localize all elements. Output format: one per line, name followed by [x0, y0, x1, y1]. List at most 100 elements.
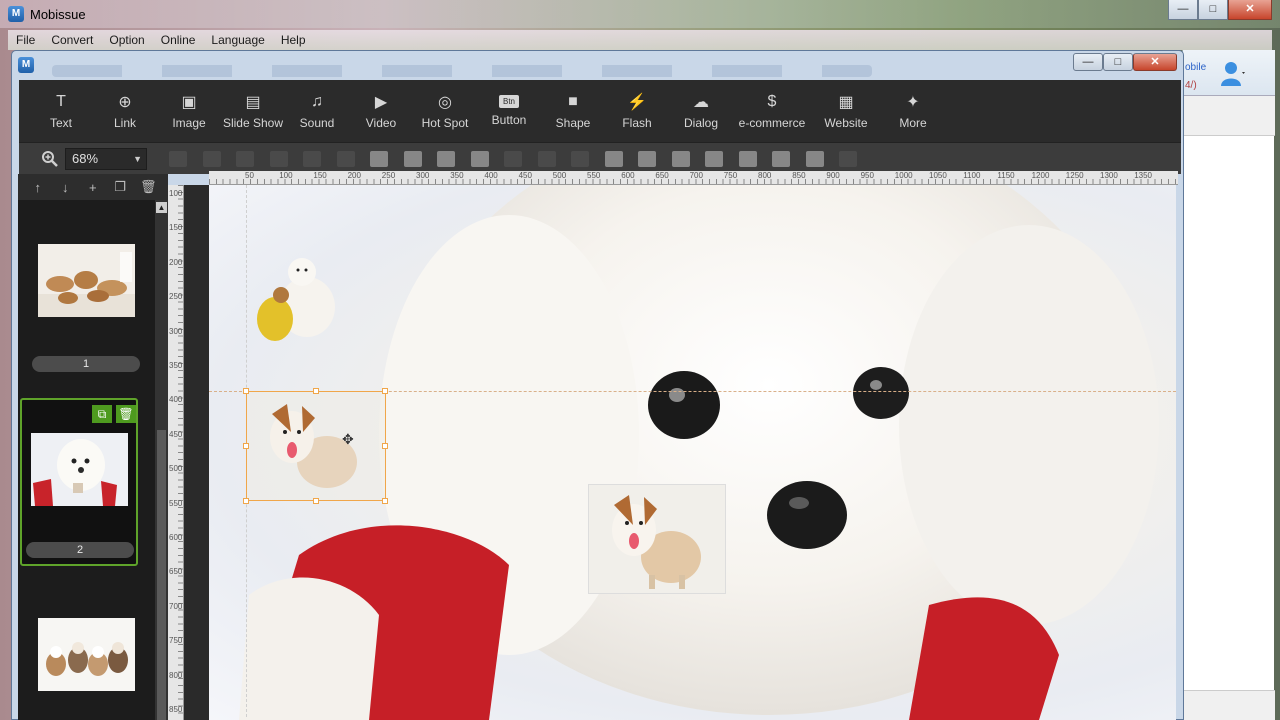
menu-convert[interactable]: Convert [43, 33, 101, 47]
tool-sound[interactable]: ♫ Sound [285, 80, 349, 142]
flip-v-icon[interactable] [671, 151, 690, 167]
ruler-label: 400 [484, 171, 498, 180]
tool-hot-spot[interactable]: ◎ Hot Spot [413, 80, 477, 142]
resize-handle[interactable] [243, 443, 249, 449]
menu-file[interactable]: File [8, 33, 43, 47]
menu-help[interactable]: Help [273, 33, 314, 47]
resize-handle[interactable] [243, 388, 249, 394]
image-element-puppy[interactable] [588, 484, 726, 594]
zoom-icon[interactable] [41, 150, 59, 168]
distribute-v-icon[interactable] [537, 151, 556, 167]
page-thumbnail-2[interactable]: ⧉ 🗑 2 [20, 398, 138, 566]
menu-online[interactable]: Online [153, 33, 204, 47]
bring-forward-icon[interactable] [403, 151, 422, 167]
user-avatar-icon[interactable] [1221, 60, 1245, 88]
move-up-icon[interactable]: ↑ [30, 180, 46, 195]
video-icon: ▶ [374, 93, 388, 111]
tool-flash[interactable]: ⚡ Flash [605, 80, 669, 142]
minimize-button[interactable]: — [1168, 0, 1198, 20]
ruler-label: 1150 [997, 171, 1015, 180]
tool-website[interactable]: ▦ Website [811, 80, 881, 142]
ruler-label: 200 [169, 257, 183, 267]
resize-handle[interactable] [382, 498, 388, 504]
resize-handle[interactable] [382, 443, 388, 449]
add-page-icon[interactable]: + [85, 180, 101, 195]
delete-page-icon[interactable]: 🗑 [140, 179, 157, 195]
image-element-maltese-teddy[interactable] [247, 247, 357, 347]
ruler-label: 550 [587, 171, 601, 180]
flip-h-icon[interactable] [638, 151, 656, 167]
page-number: 1 [32, 356, 140, 372]
tool-text[interactable]: T Text [29, 80, 93, 142]
send-back-icon[interactable] [470, 151, 489, 167]
ruler-label: 550 [169, 498, 183, 508]
paste-icon[interactable] [738, 151, 757, 167]
scroll-thumb[interactable] [157, 430, 166, 720]
alignment-tools [169, 151, 873, 167]
tool-link[interactable]: ⊕ Link [93, 80, 157, 142]
align-center-icon[interactable] [202, 151, 221, 167]
resize-handle[interactable] [382, 388, 388, 394]
page-thumbnail-image [38, 244, 135, 317]
scroll-up-icon[interactable]: ▲ [156, 202, 167, 213]
zoom-select[interactable]: 68% ▼ [65, 148, 147, 170]
ruler-label: 850 [169, 705, 183, 714]
ruler-label: 750 [169, 636, 183, 646]
align-top-icon[interactable] [269, 151, 288, 167]
ruler-label: 350 [169, 361, 183, 370]
editor-close-button[interactable]: ✕ [1133, 53, 1177, 71]
tool-label: Slide Show [222, 115, 284, 130]
ruler-label: 450 [518, 171, 532, 180]
resize-handle[interactable] [313, 388, 319, 394]
same-size-icon[interactable] [571, 151, 589, 167]
send-backward-icon[interactable] [437, 151, 455, 167]
align-right-icon[interactable] [236, 151, 254, 167]
editor-window-controls: — □ ✕ [1073, 53, 1177, 71]
copy-page-icon[interactable]: ⧉ [92, 405, 112, 423]
resize-handle[interactable] [313, 498, 319, 504]
selected-image-element[interactable] [243, 388, 388, 504]
close-button[interactable]: ✕ [1228, 0, 1272, 20]
ruler-label: 700 [689, 171, 703, 180]
align-left-icon[interactable] [169, 151, 187, 167]
distribute-h-icon[interactable] [504, 151, 522, 167]
background-app-header: obile 4/) [1183, 50, 1275, 96]
window-titlebar: M Mobissue — □ ✕ [0, 0, 1280, 28]
menu-language[interactable]: Language [203, 33, 272, 47]
menu-option[interactable]: Option [101, 33, 152, 47]
grid-icon[interactable] [604, 151, 623, 167]
tool-slide-show[interactable]: ▤ Slide Show [221, 80, 285, 142]
tool-more[interactable]: ✦ More [881, 80, 945, 142]
resize-handle[interactable] [243, 498, 249, 504]
tool-image[interactable]: ▣ Image [157, 80, 221, 142]
undo-icon[interactable] [805, 151, 824, 167]
page-canvas[interactable]: ✥ [209, 185, 1176, 720]
tool-shape[interactable]: ■ Shape [541, 80, 605, 142]
align-middle-icon[interactable] [303, 151, 321, 167]
editor-minimize-button[interactable]: — [1073, 53, 1103, 71]
dialog-icon: ☁ [693, 93, 709, 111]
pages-scrollbar[interactable]: ▲ [155, 200, 168, 720]
ruler-label: 1000 [894, 171, 913, 180]
tool-label: More [899, 115, 927, 130]
tool-video[interactable]: ▶ Video [349, 80, 413, 142]
ruler-label: 1200 [1031, 171, 1050, 180]
trash-icon[interactable]: 🗑 [116, 405, 136, 423]
editor-maximize-button[interactable]: □ [1103, 53, 1133, 71]
tool-button[interactable]: Btn Button [477, 80, 541, 142]
delete-icon[interactable] [772, 151, 790, 167]
ruler-label: 800 [169, 670, 183, 680]
ruler-label: 650 [655, 171, 669, 180]
bring-front-icon[interactable] [370, 151, 388, 167]
redo-icon[interactable] [839, 151, 857, 167]
duplicate-page-icon[interactable]: ❐ [113, 179, 129, 195]
ruler-label: 100 [169, 189, 183, 198]
copy-icon[interactable] [705, 151, 723, 167]
maximize-button[interactable]: □ [1198, 0, 1228, 20]
ruler-label: 500 [169, 464, 183, 474]
align-bottom-icon[interactable] [336, 151, 355, 167]
tool-e-commerce[interactable]: $ e-commerce [733, 80, 811, 142]
tool-dialog[interactable]: ☁ Dialog [669, 80, 733, 142]
move-down-icon[interactable]: ↓ [58, 180, 74, 195]
chevron-down-icon: ▼ [133, 154, 142, 164]
